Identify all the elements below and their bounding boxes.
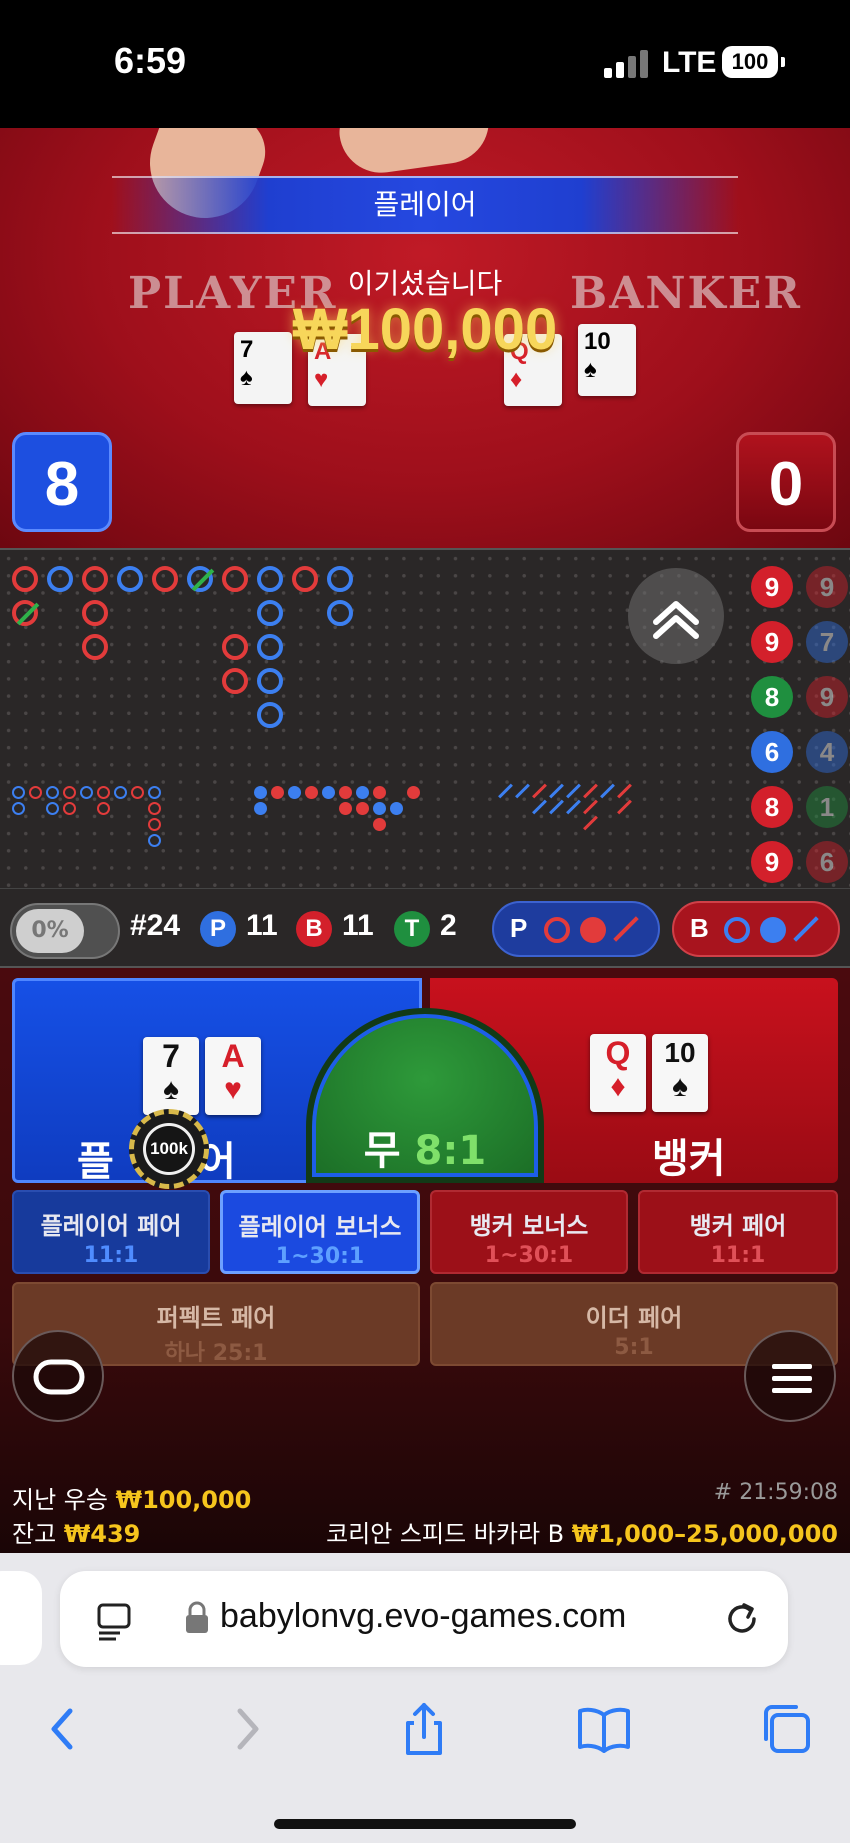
forward-button[interactable] <box>216 1699 276 1759</box>
signal-icon <box>604 48 650 78</box>
game-video: PLAYER BANKER 플레이어 이기셨습니다 7 ♠ A ♥ Q ♦ 10 ♠ ₩… <box>0 128 850 548</box>
predict-ring-icon <box>724 917 750 943</box>
share-button[interactable] <box>394 1699 454 1759</box>
chevron-right-icon <box>237 1708 259 1750</box>
player-card: 7 ♠ <box>143 1037 199 1115</box>
win-amount: ₩100,000 <box>292 297 558 362</box>
player-card: A ♥ <box>205 1037 261 1115</box>
bead-result: 8 <box>751 676 793 718</box>
banker-pair-bet[interactable]: 뱅커 페어 11:1 <box>638 1190 838 1274</box>
tie-label: 무 <box>363 1128 401 1174</box>
player-pair-bet[interactable]: 플레이어 페어 11:1 <box>12 1190 210 1274</box>
reader-icon <box>97 1603 131 1641</box>
bead-result: 9 <box>751 841 793 883</box>
menu-button[interactable] <box>744 1330 836 1422</box>
book-icon <box>578 1707 630 1753</box>
table-name: 코리안 스피드 바카라 B <box>326 1520 565 1548</box>
predict-dot-icon <box>580 917 606 943</box>
bookmarks-button[interactable] <box>574 1699 634 1759</box>
predict-banker-button[interactable]: B <box>672 901 840 957</box>
stats-bar: 0% #24 P 11 B 11 T 2 P B <box>0 888 850 968</box>
player-bonus-bet[interactable]: 플레이어 보너스 1~30:1 <box>220 1190 420 1274</box>
predict-slash-icon <box>613 916 639 942</box>
bead-result: 6 <box>806 841 848 883</box>
bead-result: 9 <box>806 566 848 608</box>
banker-count-badge: B <box>296 911 332 947</box>
browser-toolbar: babylonvg.evo-games.com <box>0 1553 850 1843</box>
banker-card: Q ♦ <box>590 1034 646 1112</box>
chat-icon <box>33 1359 85 1395</box>
round-number: #24 <box>130 909 181 942</box>
banker-count: 11 <box>342 909 374 942</box>
reload-icon <box>728 1603 756 1633</box>
bead-result: 7 <box>806 621 848 663</box>
url-text: babylonvg.evo-games.com <box>220 1597 627 1635</box>
table-limits: ₩1,000–25,000,000 <box>571 1520 838 1548</box>
bead-result: 8 <box>751 786 793 828</box>
expand-roads-button[interactable] <box>628 568 724 664</box>
previous-tab[interactable] <box>0 1571 42 1665</box>
banker-bonus-bet[interactable]: 뱅커 보너스 1~30:1 <box>430 1190 628 1274</box>
banker-score: 0 <box>736 432 836 532</box>
tie-odds: 8:1 <box>414 1128 487 1174</box>
bead-result: 9 <box>806 676 848 718</box>
share-icon <box>406 1703 442 1755</box>
predict-player-button[interactable]: P <box>492 901 660 957</box>
chip-100k[interactable]: 100k <box>129 1109 209 1189</box>
result-banner: 플레이어 <box>112 176 738 234</box>
lock-icon <box>186 1601 208 1633</box>
bead-result: 4 <box>806 731 848 773</box>
chevron-up-icon <box>653 601 699 639</box>
bead-result: 9 <box>751 621 793 663</box>
battery-icon: 100 <box>722 46 785 78</box>
round-id: # 21:59:08 <box>713 1480 838 1505</box>
tabs-button[interactable] <box>756 1699 816 1759</box>
player-count: 11 <box>246 909 278 942</box>
address-bar[interactable]: babylonvg.evo-games.com <box>60 1571 788 1667</box>
predict-slash-icon <box>793 916 819 942</box>
bead-result: 9 <box>751 566 793 608</box>
status-bar: 6:59 LTE 100 <box>0 0 850 128</box>
tabs-icon <box>764 1705 810 1753</box>
predict-dot-icon <box>760 917 786 943</box>
chevron-left-icon <box>51 1708 73 1750</box>
player-count-badge: P <box>200 911 236 947</box>
chat-button[interactable] <box>12 1330 104 1422</box>
last-win-amount: ₩100,000 <box>115 1486 252 1514</box>
home-indicator <box>274 1819 576 1829</box>
bead-result: 6 <box>751 731 793 773</box>
percent-toggle[interactable]: 0% <box>10 903 120 959</box>
banker-card: 10 ♠ <box>652 1034 708 1112</box>
last-win: 지난 우승 ₩100,000 <box>12 1486 252 1514</box>
percent-toggle-label: 0% <box>16 909 84 953</box>
betting-area: 7 ♠ A ♥ 플 어 100k Q ♦ 10 ♠ 뱅커 무 8:1 플레이어 페어 1… <box>0 968 850 1553</box>
banker-label: 뱅커 <box>652 1136 726 1182</box>
balance-amount: ₩439 <box>63 1520 141 1548</box>
player-score: 8 <box>12 432 112 532</box>
menu-icon <box>772 1364 812 1393</box>
player-label-left: 플 <box>77 1139 114 1185</box>
table-info: 코리안 스피드 바카라 B ₩1,000–25,000,000 <box>326 1514 838 1549</box>
network-type: LTE <box>662 46 717 79</box>
back-button[interactable] <box>34 1699 94 1759</box>
bead-result: 1 <box>806 786 848 828</box>
predict-ring-icon <box>544 917 570 943</box>
status-time: 6:59 <box>114 40 187 81</box>
tie-count-badge: T <box>394 911 430 947</box>
tie-count: 2 <box>440 909 457 942</box>
balance: 잔고 ₩439 <box>12 1520 141 1548</box>
